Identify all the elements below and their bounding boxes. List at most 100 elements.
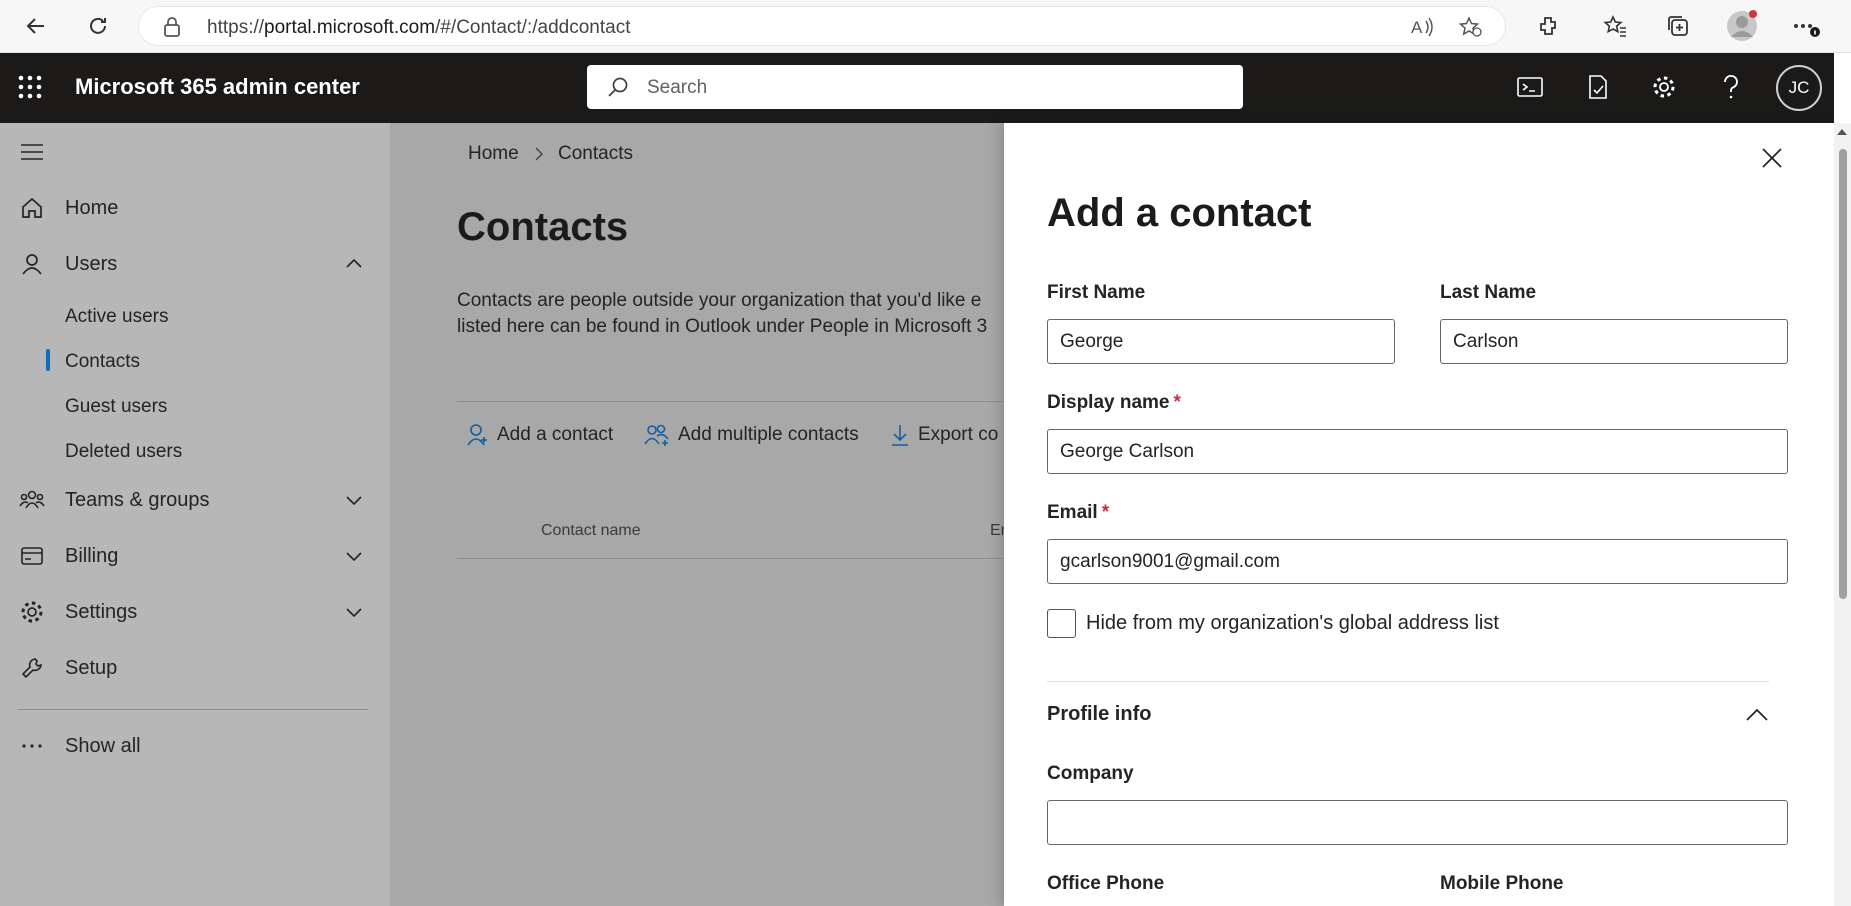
lock-icon[interactable]: [163, 17, 181, 42]
nav-item-teams-groups[interactable]: Teams & groups: [0, 480, 390, 520]
nav-item-users[interactable]: Users: [0, 244, 390, 284]
scroll-up-arrow-icon[interactable]: [1837, 129, 1847, 135]
description-line: listed here can be found in Outlook unde…: [457, 316, 988, 337]
nav-item-settings[interactable]: Settings: [0, 592, 390, 632]
nav-label-billing: Billing: [65, 544, 119, 567]
address-bar[interactable]: https://portal.microsoft.com/#/Contact/:…: [138, 6, 1506, 46]
nav-label-home: Home: [65, 196, 119, 219]
breadcrumb-contacts: Contacts: [558, 143, 633, 164]
search-icon: [607, 76, 629, 103]
nav-item-show-all[interactable]: Show all: [0, 726, 390, 766]
chevron-down-icon[interactable]: [344, 602, 364, 622]
nav-item-setup[interactable]: Setup: [0, 648, 390, 688]
nav-label-settings: Settings: [65, 600, 138, 623]
add-people-icon: [644, 424, 669, 446]
page-title: Contacts: [457, 205, 629, 249]
more-options-icon[interactable]: [1792, 12, 1820, 40]
extensions-icon[interactable]: [1534, 12, 1562, 40]
active-indicator: [46, 349, 50, 371]
column-header-contact-name[interactable]: Contact name: [541, 522, 641, 540]
gear-icon: [18, 598, 46, 626]
email-label: Email *: [1047, 502, 1109, 524]
section-divider: [457, 401, 1004, 402]
display-name-label-text: Display name: [1047, 392, 1170, 413]
settings-gear-icon[interactable]: [1648, 71, 1680, 103]
hide-from-gal-checkbox[interactable]: [1047, 609, 1076, 638]
suite-header: Microsoft 365 admin center Search JC: [0, 53, 1834, 123]
nav-sub-active-users[interactable]: Active users: [65, 306, 168, 328]
scrollbar-thumb[interactable]: [1839, 149, 1847, 599]
panel-scrollbar[interactable]: [1834, 123, 1851, 906]
nav-label-show-all: Show all: [65, 734, 141, 757]
refresh-icon[interactable]: [84, 12, 112, 40]
column-header-email[interactable]: En: [990, 522, 1004, 540]
add-contact-command[interactable]: Add a contact: [467, 420, 613, 450]
first-name-input[interactable]: [1047, 319, 1395, 364]
add-multiple-contacts-command[interactable]: Add multiple contacts: [644, 420, 859, 450]
hamburger-menu-icon[interactable]: [20, 143, 44, 166]
back-arrow-icon[interactable]: [22, 12, 50, 40]
email-input[interactable]: [1047, 539, 1788, 584]
browser-toolbar: https://portal.microsoft.com/#/Contact/:…: [0, 0, 1851, 53]
nav-divider: [18, 709, 368, 710]
svg-text:A: A: [1411, 18, 1423, 37]
url-text: https://portal.microsoft.com/#/Contact/:…: [207, 17, 631, 38]
app-launcher-icon[interactable]: [14, 71, 46, 103]
breadcrumb-home[interactable]: Home: [468, 143, 519, 165]
help-icon[interactable]: [1715, 71, 1747, 103]
page-description: Contacts are people outside your organiz…: [457, 288, 1004, 340]
add-person-icon: [467, 424, 487, 446]
breadcrumb-chevron-icon: [533, 146, 545, 167]
person-icon: [18, 250, 46, 278]
nav-sub-guest-users[interactable]: Guest users: [65, 396, 167, 418]
required-marker: *: [1101, 502, 1110, 523]
add-contact-panel: Add a contact First Name Last Name Displ…: [1004, 123, 1834, 906]
profile-info-header[interactable]: Profile info: [1047, 703, 1151, 726]
description-line: Contacts are people outside your organiz…: [457, 290, 982, 311]
first-name-label: First Name: [1047, 282, 1146, 303]
hide-from-gal-label[interactable]: Hide from my organization's global addre…: [1086, 612, 1499, 635]
wrench-icon: [18, 654, 46, 682]
favorites-icon[interactable]: [1601, 12, 1629, 40]
search-placeholder: Search: [647, 77, 708, 98]
nav-sub-contacts[interactable]: Contacts: [65, 351, 140, 373]
email-label-text: Email: [1047, 502, 1098, 523]
home-icon: [18, 194, 46, 222]
profile-icon[interactable]: [1726, 10, 1758, 42]
cloud-shell-icon[interactable]: [1514, 71, 1546, 103]
office-phone-label: Office Phone: [1047, 873, 1165, 894]
company-input[interactable]: [1047, 800, 1788, 845]
ellipsis-icon: [18, 732, 46, 760]
collections-icon[interactable]: [1664, 12, 1692, 40]
nav-item-billing[interactable]: Billing: [0, 536, 390, 576]
section-divider: [1047, 681, 1769, 682]
display-name-label: Display name *: [1047, 392, 1181, 414]
download-icon: [892, 425, 908, 446]
main-content: Home Contacts Contacts Contacts are peop…: [390, 123, 1004, 906]
export-contacts-command[interactable]: Export co: [890, 420, 998, 450]
read-aloud-icon[interactable]: A: [1411, 16, 1435, 43]
nav-item-home[interactable]: Home: [0, 188, 390, 228]
display-name-input[interactable]: [1047, 429, 1788, 474]
add-contact-command-label: Add a contact: [497, 424, 614, 445]
mobile-phone-label: Mobile Phone: [1440, 873, 1564, 894]
required-marker: *: [1173, 392, 1181, 413]
chevron-down-icon[interactable]: [344, 546, 364, 566]
chevron-down-icon[interactable]: [344, 490, 364, 510]
company-label: Company: [1047, 763, 1134, 784]
account-avatar[interactable]: JC: [1776, 65, 1822, 111]
add-favorite-icon[interactable]: [1458, 16, 1483, 43]
close-icon[interactable]: [1759, 145, 1785, 171]
nav-sub-deleted-users[interactable]: Deleted users: [65, 441, 182, 463]
last-name-input[interactable]: [1440, 319, 1788, 364]
search-box[interactable]: Search: [587, 65, 1243, 109]
document-checklist-icon[interactable]: [1582, 71, 1614, 103]
nav-label-setup: Setup: [65, 656, 118, 679]
nav-label-teams-groups: Teams & groups: [65, 488, 210, 511]
panel-title: Add a contact: [1047, 191, 1312, 235]
chevron-up-icon[interactable]: [344, 254, 364, 274]
billing-icon: [18, 542, 46, 570]
app-title[interactable]: Microsoft 365 admin center: [75, 74, 360, 100]
chevron-up-icon[interactable]: [1744, 703, 1770, 729]
last-name-label: Last Name: [1440, 282, 1537, 303]
